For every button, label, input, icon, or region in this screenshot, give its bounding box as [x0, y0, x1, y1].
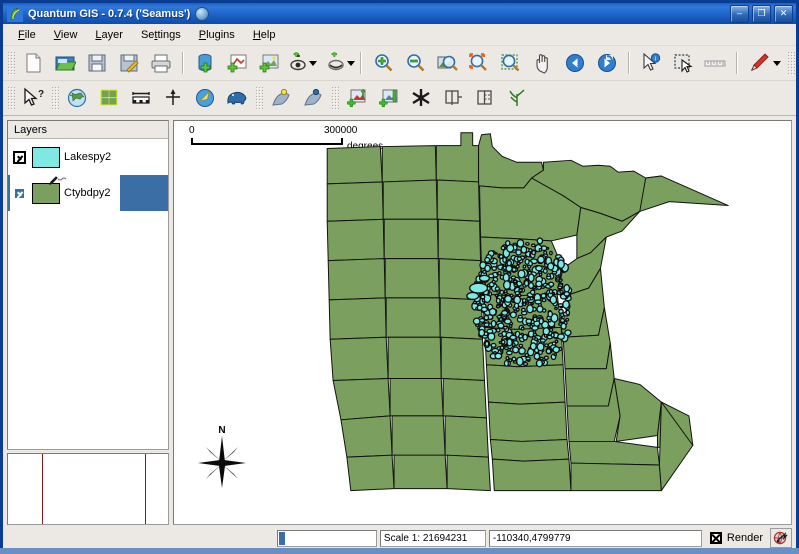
- zoom-next-icon[interactable]: [591, 48, 623, 78]
- close-button[interactable]: ✕: [774, 5, 793, 23]
- application-window: Quantum GIS - 0.7.4 ('Seamus') – ❐ ✕ FFi…: [0, 0, 799, 554]
- render-progress-bar: [276, 529, 377, 547]
- menu-bar: FFileile View Layer Settings Plugins Hel…: [3, 24, 796, 46]
- zoom-full-icon[interactable]: [431, 48, 463, 78]
- overview-panel[interactable]: [7, 453, 169, 525]
- layer-editing-pencil-icon: [49, 175, 67, 185]
- gps-import-icon[interactable]: [265, 83, 297, 113]
- menu-layer[interactable]: Layer: [86, 27, 132, 43]
- menu-plugins[interactable]: Plugins: [190, 27, 244, 43]
- plugins-toolbar-grip-4[interactable]: [331, 86, 339, 110]
- title-bar: Quantum GIS - 0.7.4 ('Seamus') – ❐ ✕: [3, 3, 796, 24]
- new-project-icon[interactable]: [17, 48, 49, 78]
- add-vector-green2-icon[interactable]: [373, 83, 405, 113]
- measure-icon[interactable]: [699, 48, 731, 78]
- main-toolbar: i: [3, 46, 796, 81]
- layers-panel-title: Layers: [8, 121, 168, 139]
- toolbar-separator-2: [360, 52, 362, 74]
- geoprocessing-b-icon[interactable]: [469, 83, 501, 113]
- map-canvas[interactable]: 0 300000 degrees N: [173, 120, 792, 525]
- svg-text:i: i: [655, 55, 656, 62]
- toolbar-grip-2[interactable]: [787, 51, 795, 75]
- zoom-to-layer-icon[interactable]: [463, 48, 495, 78]
- layer-symbol-swatch-ctybdpy2: [32, 175, 67, 204]
- add-raster-layer-icon[interactable]: [253, 48, 285, 78]
- scalebar-plugin-icon[interactable]: [125, 83, 157, 113]
- projection-status-icon[interactable]: [770, 528, 792, 548]
- add-vector-layer-icon[interactable]: [221, 48, 253, 78]
- coordinate-display: -110340,4799779: [488, 529, 702, 547]
- minimize-button[interactable]: –: [730, 5, 749, 23]
- plugins-toolbar: ?: [3, 81, 796, 116]
- layer-symbol-swatch-lakespy2: [32, 146, 60, 168]
- copyright-plugin-icon[interactable]: [189, 83, 221, 113]
- layer-label-ctybdpy2: Ctybdpy2: [64, 187, 111, 199]
- identify-icon[interactable]: i: [635, 48, 667, 78]
- menu-file[interactable]: FFileile: [9, 27, 45, 43]
- plugins-toolbar-grip-2[interactable]: [51, 86, 59, 110]
- pan-icon[interactable]: [527, 48, 559, 78]
- qgis-logo-icon: [7, 5, 23, 22]
- edit-pencil-icon[interactable]: [743, 48, 775, 78]
- globe-plugin-icon[interactable]: [61, 83, 93, 113]
- toolbar-separator: [182, 52, 184, 74]
- grass-icon[interactable]: [501, 83, 533, 113]
- postgis-elephant-icon[interactable]: [221, 83, 253, 113]
- toolbar-separator-3: [628, 52, 630, 74]
- zoom-in-icon[interactable]: [367, 48, 399, 78]
- window-title: Quantum GIS - 0.7.4 ('Seamus'): [28, 7, 191, 20]
- save-project-as-icon[interactable]: [113, 48, 145, 78]
- add-database-layer-icon[interactable]: [189, 48, 221, 78]
- menu-help[interactable]: Help: [244, 27, 285, 43]
- select-features-icon[interactable]: [667, 48, 699, 78]
- save-project-icon[interactable]: [81, 48, 113, 78]
- layer-visibility-checkbox-lakespy2[interactable]: [13, 150, 26, 164]
- open-project-icon[interactable]: [49, 48, 81, 78]
- add-vector-green-icon[interactable]: [341, 83, 373, 113]
- scale-display[interactable]: Scale 1: 21694231: [379, 529, 486, 547]
- menu-view[interactable]: View: [45, 27, 87, 43]
- northarrow-plugin-icon[interactable]: [157, 83, 189, 113]
- map-layer-lakespy2: [466, 237, 573, 368]
- layer-label-lakespy2: Lakespy2: [64, 151, 112, 163]
- spit-icon[interactable]: [405, 83, 437, 113]
- print-icon[interactable]: [145, 48, 177, 78]
- zoom-last-icon[interactable]: [559, 48, 591, 78]
- svg-text:?: ?: [38, 89, 44, 100]
- toolbar-grip[interactable]: [7, 51, 15, 75]
- show-all-layers-icon[interactable]: [285, 48, 311, 78]
- overview-marker-right: [145, 454, 146, 524]
- plugins-toolbar-grip-3[interactable]: [255, 86, 263, 110]
- render-label: Render: [726, 532, 763, 544]
- menu-settings[interactable]: Settings: [132, 27, 190, 43]
- main-body: Layers Lakespy2 Ctybdpy2 0 300000 degree…: [3, 116, 796, 525]
- plugins-toolbar-grip[interactable]: [7, 86, 15, 110]
- north-arrow-label: N: [218, 425, 226, 436]
- toolbar-separator-4: [736, 52, 738, 74]
- zoom-out-icon[interactable]: [399, 48, 431, 78]
- layer-visibility-checkbox-ctybdpy2[interactable]: [13, 186, 26, 200]
- render-checkbox[interactable]: [709, 532, 722, 544]
- gps-download-icon[interactable]: [297, 83, 329, 113]
- whats-this-icon[interactable]: ?: [17, 83, 49, 113]
- title-globe-icon: [195, 6, 210, 21]
- map-north-arrow: N: [198, 425, 246, 489]
- maximize-button[interactable]: ❐: [752, 5, 771, 23]
- zoom-to-selection-icon[interactable]: [495, 48, 527, 78]
- hide-all-layers-icon[interactable]: [323, 48, 349, 78]
- layers-panel: Layers Lakespy2 Ctybdpy2: [7, 120, 169, 450]
- overview-marker-left: [42, 454, 43, 524]
- layer-row-lakespy2[interactable]: Lakespy2: [8, 139, 168, 175]
- graticule-grid-icon[interactable]: [93, 83, 125, 113]
- render-toggle[interactable]: Render: [706, 530, 767, 547]
- layer-row-ctybdpy2[interactable]: Ctybdpy2: [8, 175, 168, 211]
- window-controls: – ❐ ✕: [730, 5, 793, 23]
- left-dock-column: Layers Lakespy2 Ctybdpy2: [7, 120, 169, 525]
- window-bottom-edge: [0, 548, 799, 554]
- geoprocessing-a-icon[interactable]: [437, 83, 469, 113]
